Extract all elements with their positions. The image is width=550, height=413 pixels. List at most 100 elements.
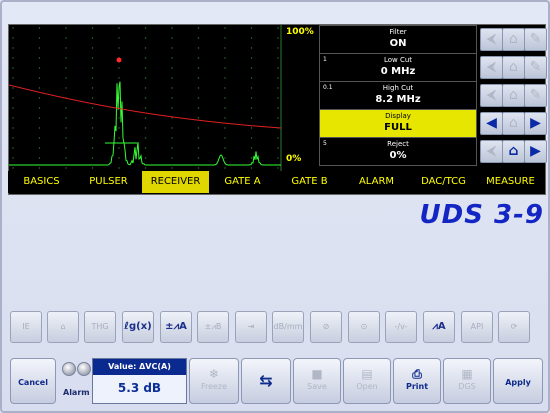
snowflake-icon: ❄ (208, 367, 220, 381)
grid-dot (224, 97, 226, 99)
calibrate-icon[interactable]: ⌂ (502, 140, 525, 163)
grid-dot (65, 87, 67, 89)
db-mm-icon[interactable]: dB/mm (272, 311, 304, 343)
grid-dot (171, 57, 173, 59)
param-high-cut[interactable]: 0.1 High Cut 8.2 MHz (319, 81, 477, 110)
api-icon[interactable]: API (461, 311, 493, 343)
grid-dot (118, 67, 120, 69)
gain-adjust-b-icon[interactable]: ±⩘B (197, 311, 229, 343)
tab-pulser[interactable]: PULSER (75, 171, 142, 193)
grid-dot (91, 97, 94, 99)
grid-dot (250, 47, 253, 49)
grid-dot (118, 37, 120, 39)
param-display[interactable]: Display FULL (319, 109, 477, 138)
tab-measure[interactable]: MEASURE (477, 171, 544, 193)
home-icon[interactable]: ⌂ (502, 28, 525, 51)
grid-dot (91, 77, 94, 79)
grid-dot (38, 67, 41, 69)
edit-icon[interactable]: ✎ (524, 56, 547, 79)
param-reject[interactable]: 5 Reject 0% (319, 137, 477, 166)
back-arrow-icon[interactable]: ⮜ (480, 140, 503, 163)
grid-dot (250, 77, 253, 79)
grid-dot (250, 97, 253, 99)
grid-dot (224, 127, 226, 129)
grid-dot (224, 57, 226, 59)
print-button[interactable]: ⎙ Print (393, 358, 441, 404)
alarm-label: Alarm (63, 388, 90, 397)
peak-icon[interactable]: ⊙ (348, 311, 380, 343)
tab-basics[interactable]: BASICS (8, 171, 75, 193)
probe-icon[interactable]: ⌂ (47, 311, 79, 343)
grid-dot (224, 107, 226, 109)
gate-peaks-icon[interactable]: ⩘A (423, 311, 455, 343)
gain-adjust-icon[interactable]: ±⩘A (160, 311, 192, 343)
tab-dac-tcg[interactable]: DAC/TCG (410, 171, 477, 193)
tab-receiver[interactable]: RECEIVER (142, 171, 209, 193)
grid-dot (277, 117, 279, 119)
envelope-icon[interactable]: ⊘ (310, 311, 342, 343)
grid-dot (171, 27, 173, 29)
grid-dot (197, 67, 200, 69)
right-arrow-icon[interactable]: ▶ (524, 140, 547, 163)
grid-dot (12, 137, 14, 139)
save-button[interactable]: ■ Save (293, 358, 341, 404)
display-panel: 100% 0% Filter ON 1 Low Cut 0 MHz 0.1 Hi… (8, 24, 547, 195)
open-button[interactable]: ▤ Open (343, 358, 391, 404)
grid-dot (171, 87, 173, 89)
freeze-button[interactable]: ❄ Freeze (189, 358, 239, 404)
tab-gate-b[interactable]: GATE B (276, 171, 343, 193)
grid-dot (38, 147, 41, 149)
grid-dot (38, 157, 41, 159)
grid-dot (91, 47, 94, 49)
grid-dot (277, 37, 279, 39)
dgs-button[interactable]: ▦ DGS (443, 358, 491, 404)
rotate-icon[interactable]: ⟳ (498, 311, 530, 343)
grid-dot (91, 67, 94, 69)
tab-gate-a[interactable]: GATE A (209, 171, 276, 193)
grid-dot (12, 27, 14, 29)
grid-dot (171, 167, 173, 169)
grid-dot (144, 157, 147, 159)
grid-dot (12, 37, 14, 39)
grid-dot (118, 137, 120, 139)
right-arrow-icon[interactable]: ▶ (524, 112, 547, 135)
grid-dot (277, 67, 279, 69)
grid-dot (277, 57, 279, 59)
log-icon[interactable]: ℓg(x) (122, 311, 154, 343)
edit-icon[interactable]: ✎ (524, 28, 547, 51)
a-scan-trace (9, 81, 281, 166)
tab-alarm[interactable]: ALARM (343, 171, 410, 193)
thg-icon[interactable]: THG (84, 311, 116, 343)
dgs-icon: ▦ (461, 367, 473, 381)
left-arrow-icon[interactable]: ◀ (480, 112, 503, 135)
grid-dot (12, 147, 14, 149)
grid-dot (118, 27, 120, 29)
grid-dot (144, 57, 147, 59)
grid-dot (197, 157, 200, 159)
cancel-button[interactable]: Cancel (10, 358, 56, 404)
grid-dot (65, 27, 67, 29)
home-icon[interactable]: ⌂ (502, 84, 525, 107)
grid-dot (38, 167, 41, 169)
home-icon[interactable]: ⌂ (502, 112, 525, 135)
grid-dot (277, 27, 279, 29)
back-arrow-icon[interactable]: ⮜ (480, 84, 503, 107)
grid-dot (118, 147, 120, 149)
swap-button[interactable]: ⇆ (241, 358, 291, 404)
grid-dot (91, 127, 94, 129)
back-arrow-icon[interactable]: ⮜ (480, 28, 503, 51)
range-icon[interactable]: ⇥ (235, 311, 267, 343)
param-low-cut[interactable]: 1 Low Cut 0 MHz (319, 53, 477, 82)
param-filter[interactable]: Filter ON (319, 25, 477, 54)
printer-icon: ⎙ (412, 367, 422, 381)
grid-dot (277, 87, 279, 89)
apply-button[interactable]: Apply (493, 358, 543, 404)
waveform-icon[interactable]: -/v- (385, 311, 417, 343)
grid-dot (91, 167, 94, 169)
ie-icon[interactable]: IE (10, 311, 42, 343)
home-icon[interactable]: ⌂ (502, 56, 525, 79)
grid-dot (118, 117, 120, 119)
app-window: 100% 0% Filter ON 1 Low Cut 0 MHz 0.1 Hi… (0, 0, 550, 413)
back-arrow-icon[interactable]: ⮜ (480, 56, 503, 79)
edit-icon[interactable]: ✎ (524, 84, 547, 107)
